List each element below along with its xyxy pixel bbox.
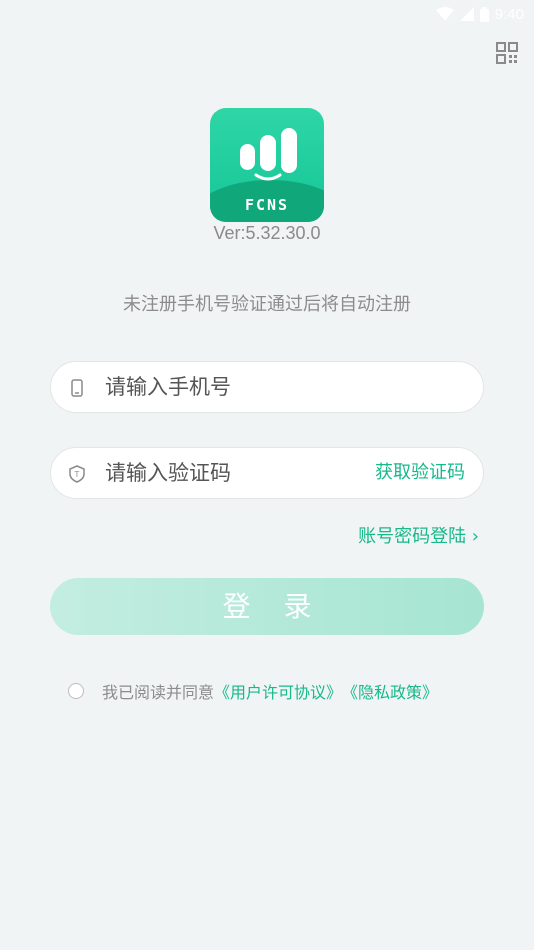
user-license-link[interactable]: 《用户许可协议》 <box>214 679 342 703</box>
logo-smile-icon <box>254 173 282 181</box>
battery-icon <box>479 6 489 22</box>
code-input[interactable]: 请输入验证码 <box>105 448 231 498</box>
login-button[interactable]: 登 录 <box>50 578 484 635</box>
logo-brand-text: FCNS <box>244 196 290 214</box>
registration-hint: 未注册手机号验证通过后将自动注册 <box>123 294 411 315</box>
qr-code-icon[interactable] <box>496 42 518 64</box>
app-logo: FCNS <box>210 108 324 222</box>
privacy-policy-link[interactable]: 《隐私政策》 <box>342 679 438 703</box>
code-field[interactable]: T 请输入验证码 获取验证码 <box>50 447 484 499</box>
agreement-checkbox[interactable] <box>68 683 84 699</box>
logo-bar-right <box>281 128 297 173</box>
status-bar: 9:40 <box>0 0 534 28</box>
phone-field[interactable]: 请输入手机号 <box>50 361 484 413</box>
status-time: 9:40 <box>494 5 524 23</box>
agreement-row: 我已阅读并同意 《用户许可协议》 《隐私政策》 <box>68 680 438 702</box>
agreement-prefix: 我已阅读并同意 <box>102 683 215 702</box>
get-code-button[interactable]: 获取验证码 <box>375 448 465 498</box>
svg-text:T: T <box>75 470 80 479</box>
signal-icon <box>459 7 474 21</box>
phone-input[interactable]: 请输入手机号 <box>105 362 231 412</box>
shield-icon: T <box>69 465 85 483</box>
logo-bar-middle <box>260 135 276 171</box>
wifi-icon <box>435 7 454 21</box>
phone-icon <box>71 379 83 397</box>
logo-bar-left <box>240 144 255 170</box>
password-login-link[interactable]: 账号密码登陆 › <box>358 522 479 548</box>
app-version: Ver:5.32.30.0 <box>213 223 321 243</box>
